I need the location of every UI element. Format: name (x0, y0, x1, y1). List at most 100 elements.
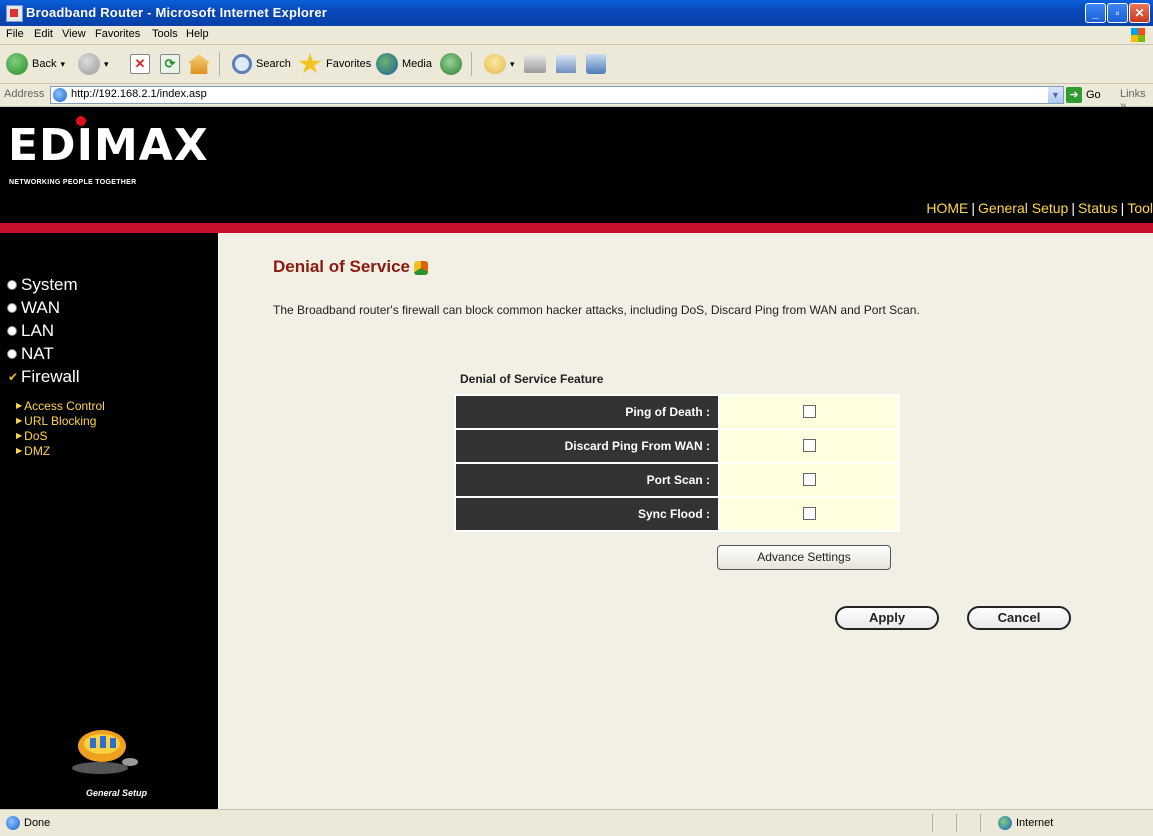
subnav-access-control[interactable]: ▶ Access Control (16, 398, 105, 413)
mail-icon (484, 54, 506, 74)
arrow-icon: ▶ (16, 446, 23, 455)
discard-ping-checkbox[interactable] (802, 439, 816, 453)
page-description: The Broadband router's firewall can bloc… (273, 303, 920, 317)
sync-flood-checkbox[interactable] (802, 507, 816, 521)
brand-tagline: NETWORKING PEOPLE TOGETHER (9, 179, 137, 186)
status-bar: Done Internet (0, 809, 1153, 836)
mail-button[interactable]: ▾ (484, 51, 515, 77)
back-button[interactable]: Back ▾ (6, 51, 65, 77)
favorites-button[interactable]: Favorites (298, 51, 371, 77)
page-title: Denial of Service (273, 257, 411, 276)
forward-arrow-icon (78, 53, 100, 75)
back-arrow-icon (6, 53, 28, 75)
subnav-dos[interactable]: ▶ DoS (16, 428, 105, 443)
general-setup-label: General Setup (86, 788, 148, 798)
subnav-label: DoS (24, 428, 48, 443)
help-icon[interactable] (414, 261, 428, 275)
table-row: Port Scan : (454, 462, 900, 498)
home-button[interactable] (188, 51, 210, 77)
bullet-icon (8, 349, 16, 358)
edit-button[interactable] (556, 51, 576, 77)
menu-edit[interactable]: Edit (34, 28, 53, 40)
logo-dot-icon (76, 116, 86, 126)
toolbar-separator (219, 52, 220, 76)
messenger-button[interactable] (586, 51, 606, 77)
main-content: Denial of Service The Broadband router's… (218, 233, 1153, 809)
edit-icon (556, 55, 576, 73)
messenger-icon (586, 54, 606, 74)
sidebar-item-label: NAT (21, 343, 54, 363)
forward-button[interactable]: ▾ (78, 51, 109, 77)
toolbar-separator (471, 52, 472, 76)
status-text: Done (24, 817, 51, 829)
sidebar-item-lan[interactable]: LAN (8, 319, 80, 342)
feature-label: Ping of Death : (454, 394, 720, 430)
sidebar-item-nat[interactable]: NAT (8, 342, 80, 365)
security-zone: Internet (1016, 817, 1054, 829)
sidebar: System WAN LAN NAT ✔ Firewall ▶ Access Con… (0, 233, 218, 809)
chevron-down-icon: ▾ (510, 58, 515, 69)
window-title: Broadband Router - Microsoft Internet Ex… (26, 5, 328, 20)
history-button[interactable] (440, 51, 462, 77)
sidebar-item-firewall[interactable]: ✔ Firewall (8, 365, 80, 388)
stop-icon (130, 54, 150, 74)
internet-zone-icon (998, 816, 1012, 830)
address-url: http://192.168.2.1/index.asp (71, 88, 207, 100)
menu-view[interactable]: View (62, 28, 86, 40)
port-scan-checkbox[interactable] (802, 473, 816, 487)
search-icon (232, 54, 252, 74)
cancel-button[interactable]: Cancel (967, 606, 1071, 630)
menu-file[interactable]: File (6, 28, 24, 40)
history-icon (440, 53, 462, 75)
home-icon (188, 54, 210, 74)
window-title-bar[interactable]: Broadband Router - Microsoft Internet Ex… (0, 0, 1153, 26)
dos-feature-table: Ping of Death : Discard Ping From WAN : … (454, 394, 900, 532)
favorites-label: Favorites (326, 58, 372, 70)
nav-home[interactable]: HOME (926, 200, 968, 216)
refresh-button[interactable] (160, 51, 180, 77)
go-arrow-icon: ➜ (1066, 87, 1082, 103)
close-button[interactable]: ✕ (1129, 3, 1150, 23)
menu-favorites[interactable]: Favorites (95, 28, 140, 40)
feature-label: Discard Ping From WAN : (454, 428, 720, 464)
chevron-down-icon[interactable]: ▼ (1048, 87, 1063, 103)
ie-icon (6, 5, 23, 22)
print-button[interactable] (524, 51, 546, 77)
arrow-icon: ▶ (16, 416, 23, 425)
page-done-icon (6, 816, 20, 830)
menu-help[interactable]: Help (186, 28, 209, 40)
search-label: Search (256, 58, 291, 70)
search-button[interactable]: Search (232, 51, 291, 77)
ping-of-death-checkbox[interactable] (802, 405, 816, 419)
nav-status[interactable]: Status (1078, 200, 1118, 216)
maximize-button[interactable]: ▫ (1107, 3, 1128, 23)
subnav-url-blocking[interactable]: ▶ URL Blocking (16, 413, 105, 428)
table-row: Discard Ping From WAN : (454, 428, 900, 464)
address-label: Address (4, 88, 45, 100)
nav-tool[interactable]: Tool (1127, 200, 1153, 216)
sidebar-item-system[interactable]: System (8, 273, 80, 296)
feature-label: Port Scan : (454, 462, 720, 498)
nav-general-setup[interactable]: General Setup (978, 200, 1068, 216)
arrow-icon: ▶ (16, 431, 23, 440)
chevron-down-icon: ▾ (104, 58, 109, 69)
media-label: Media (402, 58, 432, 70)
media-button[interactable]: Media (376, 51, 432, 77)
refresh-icon (160, 54, 180, 74)
minimize-button[interactable]: _ (1085, 3, 1106, 23)
subnav-label: Access Control (24, 398, 105, 413)
table-row: Sync Flood : (454, 496, 900, 532)
go-button[interactable]: ➜ Go (1066, 86, 1101, 104)
stop-button[interactable] (130, 51, 150, 77)
arrow-icon: ▶ (16, 401, 23, 410)
subnav-dmz[interactable]: ▶ DMZ (16, 443, 105, 458)
menu-tools[interactable]: Tools (152, 28, 178, 40)
sidebar-item-label: System (21, 274, 78, 294)
apply-button[interactable]: Apply (835, 606, 939, 630)
address-input[interactable]: http://192.168.2.1/index.asp ▼ (50, 86, 1064, 104)
router-header: EDIMAX NETWORKING PEOPLE TOGETHER HOME | G… (0, 107, 1153, 223)
sidebar-item-wan[interactable]: WAN (8, 296, 80, 319)
browser-toolbar: Back ▾ ▾ Search Favorites Media ▾ (0, 45, 1153, 84)
sidebar-item-label: LAN (21, 320, 55, 340)
advance-settings-button[interactable]: Advance Settings (717, 545, 891, 570)
